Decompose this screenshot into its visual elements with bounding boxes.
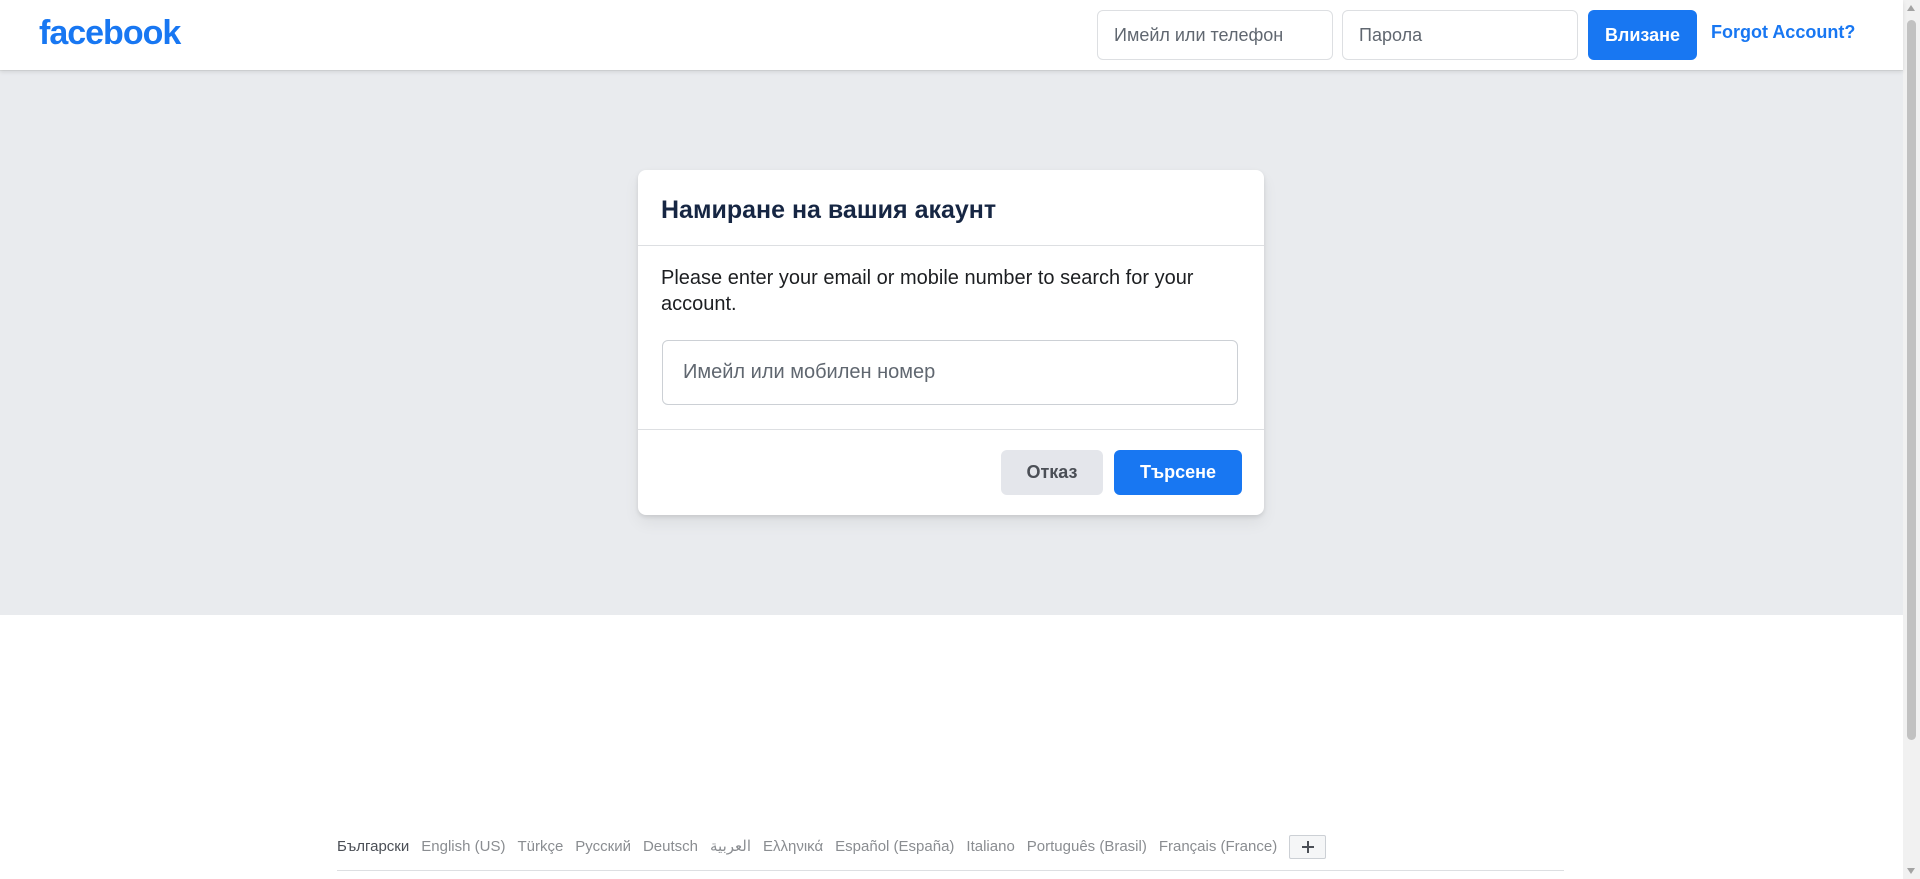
- language-link-german[interactable]: Deutsch: [643, 834, 698, 860]
- footer-divider: [337, 870, 1564, 871]
- language-link-russian[interactable]: Русский: [575, 834, 631, 860]
- language-link-french-france[interactable]: Français (France): [1159, 834, 1277, 860]
- email-or-phone-search-input[interactable]: [662, 340, 1238, 405]
- card-title: Намиране на вашия акаунт: [661, 196, 997, 224]
- facebook-logo[interactable]: facebook: [39, 11, 181, 55]
- login-password-input[interactable]: [1342, 10, 1578, 60]
- login-email-input[interactable]: [1097, 10, 1333, 60]
- card-header-divider: [638, 245, 1264, 246]
- language-link-bulgarian: Български: [337, 838, 410, 855]
- more-languages-button[interactable]: [1289, 835, 1327, 859]
- language-link-spanish-spain[interactable]: Español (España): [835, 834, 954, 860]
- plus-icon: [1301, 841, 1314, 853]
- language-link-portuguese-brazil[interactable]: Português (Brasil): [1027, 834, 1147, 860]
- card-instruction-text: Please enter your email or mobile number…: [661, 267, 1194, 315]
- search-button[interactable]: Търсене: [1114, 450, 1242, 495]
- scrollbar-thumb[interactable]: [1907, 20, 1916, 740]
- language-link-turkish[interactable]: Türkçe: [517, 834, 563, 860]
- language-link-greek[interactable]: Ελληνικά: [763, 834, 823, 860]
- login-button[interactable]: Влизане: [1588, 10, 1697, 60]
- scroll-up-arrow-icon[interactable]: [1907, 5, 1915, 11]
- forgot-account-link[interactable]: Forgot Account?: [1711, 20, 1855, 44]
- cancel-button[interactable]: Отказ: [1001, 450, 1103, 495]
- card-footer-divider: [638, 429, 1264, 430]
- language-link-arabic[interactable]: العربية: [710, 834, 751, 860]
- vertical-scrollbar[interactable]: [1903, 0, 1920, 879]
- top-navigation-bar: facebook Влизане Forgot Account?: [0, 0, 1903, 70]
- language-list: Български English (US) Türkçe Русский De…: [337, 834, 1327, 860]
- scroll-down-arrow-icon[interactable]: [1907, 868, 1915, 874]
- language-link-italian[interactable]: Italiano: [966, 834, 1014, 860]
- language-link-english-us[interactable]: English (US): [421, 834, 505, 860]
- footer: Български English (US) Türkçe Русский De…: [337, 834, 1564, 874]
- find-account-card: Намиране на вашия акаунт Please enter yo…: [638, 170, 1264, 515]
